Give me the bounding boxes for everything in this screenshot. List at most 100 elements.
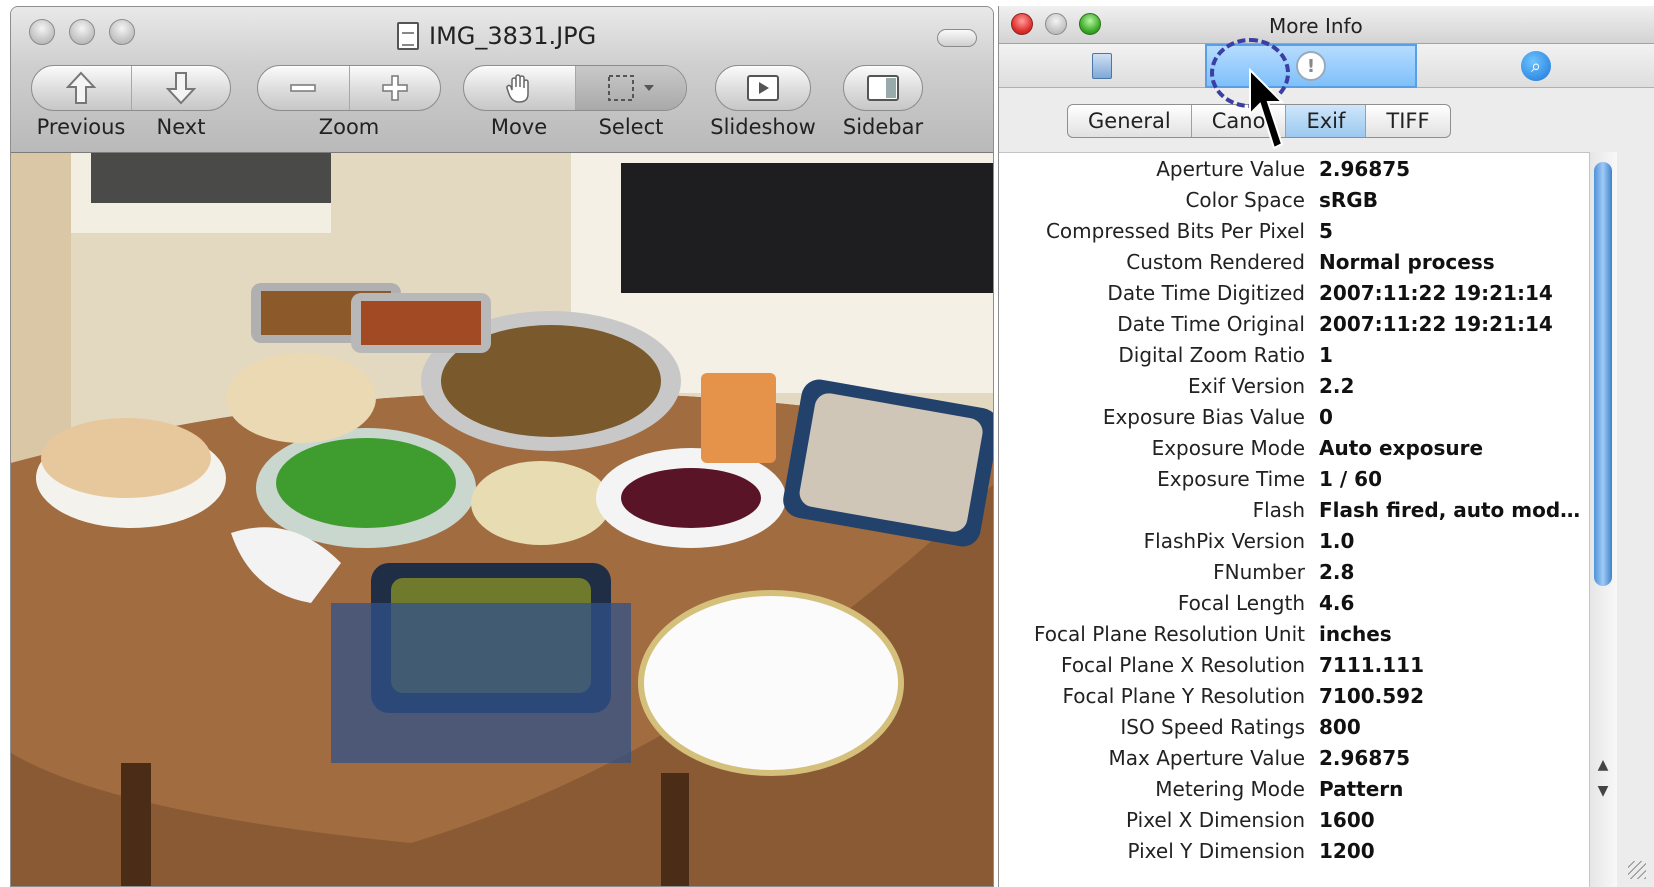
exif-value: 2007:11:22 19:21:14 [1319,280,1553,305]
exif-key: Exposure Time [1157,466,1305,491]
slideshow-label: Slideshow [710,115,816,139]
exif-value: 2.96875 [1319,745,1411,770]
exif-value: Auto exposure [1319,435,1484,460]
exif-key: ISO Speed Ratings [1120,714,1305,739]
exif-value: 2.2 [1319,373,1355,398]
tool-mode-group [463,65,687,111]
file-info-button[interactable] [999,44,1205,88]
exif-key: Exif Version [1188,373,1305,398]
photo-view[interactable] [11,153,993,886]
exif-key: Metering Mode [1155,776,1305,801]
vertical-scrollbar[interactable]: ▲ ▼ [1589,152,1617,887]
table-row: ISO Speed Ratings 800 [999,711,1589,742]
exif-key: Aperture Value [1156,156,1305,181]
document-icon [1092,53,1112,79]
table-row: Color Space sRGB [999,184,1589,215]
exif-value: 1 / 60 [1319,466,1382,491]
exif-key: FNumber [1213,559,1305,584]
table-row: Exposure Mode Auto exposure [999,432,1589,463]
details-info-button[interactable]: ! [1205,44,1417,88]
exif-value: 2.96875 [1319,156,1411,181]
scroll-down-icon[interactable]: ▼ [1594,782,1612,800]
info-minimize-button[interactable] [1045,13,1067,35]
scroll-up-icon[interactable]: ▲ [1594,756,1612,774]
table-row: Flash Flash fired, auto mod… [999,494,1589,525]
table-row: Exposure Bias Value 0 [999,401,1589,432]
minimize-button[interactable] [69,19,95,45]
zoom-in-button[interactable] [348,66,441,110]
table-row: Aperture Value 2.96875 [999,153,1589,184]
info-zoom-button[interactable] [1079,13,1101,35]
plus-icon [382,75,408,101]
sidebar-label: Sidebar [842,115,924,139]
table-row: FlashPix Version 1.0 [999,525,1589,556]
table-row: Focal Plane Resolution Unit inches [999,618,1589,649]
table-row: Date Time Digitized 2007:11:22 19:21:14 [999,277,1589,308]
exif-table: Aperture Value 2.96875 Color Space sRGB Co… [999,152,1589,887]
table-row: Pixel X Dimension 1600 [999,804,1589,835]
table-row: Focal Length 4.6 [999,587,1589,618]
table-row: Exposure Time 1 / 60 [999,463,1589,494]
resize-grip-icon[interactable] [1628,861,1646,879]
exif-value: 5 [1319,218,1333,243]
move-tool-button[interactable] [464,66,575,110]
close-button[interactable] [29,19,55,45]
table-row: Max Aperture Value 2.96875 [999,742,1589,773]
table-row: FNumber 2.8 [999,556,1589,587]
exif-value: 1600 [1319,807,1375,832]
tab-canon[interactable]: Cano [1190,105,1286,137]
window-title-text: IMG_3831.JPG [429,22,597,50]
table-row: Date Time Original 2007:11:22 19:21:14 [999,308,1589,339]
exif-value: 7111.111 [1319,652,1425,677]
zoom-label: Zoom [318,115,380,139]
table-row: Exif Version 2.2 [999,370,1589,401]
exif-value: Flash fired, auto mod… [1319,497,1581,522]
info-tabs: General Cano Exif TIFF [1067,104,1451,138]
preview-titlebar: IMG_3831.JPG Previous Next Zoom Move Sel… [11,7,993,153]
select-label: Select [598,115,664,139]
toolbar-toggle-button[interactable] [937,29,977,47]
table-row: Pixel Y Dimension 1200 [999,835,1589,866]
slideshow-button[interactable] [716,66,810,110]
next-button[interactable] [130,66,231,110]
search-icon: ⌕ [1521,51,1551,81]
table-row: Focal Plane X Resolution 7111.111 [999,649,1589,680]
exif-value: 7100.592 [1319,683,1425,708]
exif-value: 4.6 [1319,590,1355,615]
exif-key: Focal Plane Resolution Unit [1034,621,1305,646]
info-titlebar: More Info [999,6,1654,44]
tab-exif[interactable]: Exif [1285,105,1366,137]
exif-key: Date Time Original [1117,311,1305,336]
slideshow-group [715,65,811,111]
more-info-panel: More Info ! ⌕ General Cano Exif TIFF Ape… [998,6,1654,887]
exif-value: 1.0 [1319,528,1355,553]
sidebar-group [843,65,923,111]
exif-value: Normal process [1319,249,1495,274]
keywords-button[interactable]: ⌕ [1417,44,1654,88]
exif-value: 0 [1319,404,1333,429]
slideshow-icon [747,75,779,101]
info-title: More Info [1269,14,1363,38]
zoom-window-button[interactable] [109,19,135,45]
tab-tiff[interactable]: TIFF [1365,105,1449,137]
exif-key: Flash [1252,497,1305,522]
exif-value: 800 [1319,714,1361,739]
table-row: Metering Mode Pattern [999,773,1589,804]
exif-key: Focal Plane X Resolution [1061,652,1305,677]
exif-key: Pixel Y Dimension [1127,838,1306,863]
exif-key: Exposure Mode [1151,435,1305,460]
move-label: Move [490,115,548,139]
previous-button[interactable] [32,66,131,110]
arrow-down-icon [165,72,196,105]
exif-key: Color Space [1185,187,1305,212]
exif-key: FlashPix Version [1143,528,1305,553]
info-close-button[interactable] [1011,13,1033,35]
scroll-thumb[interactable] [1594,162,1612,586]
preview-window: IMG_3831.JPG Previous Next Zoom Move Sel… [10,6,994,887]
tab-general[interactable]: General [1068,105,1191,137]
sidebar-button[interactable] [844,66,922,110]
exif-key: Focal Plane Y Resolution [1062,683,1305,708]
zoom-out-button[interactable] [258,66,349,110]
select-tool-button[interactable] [574,66,686,110]
exif-key: Digital Zoom Ratio [1118,342,1305,367]
